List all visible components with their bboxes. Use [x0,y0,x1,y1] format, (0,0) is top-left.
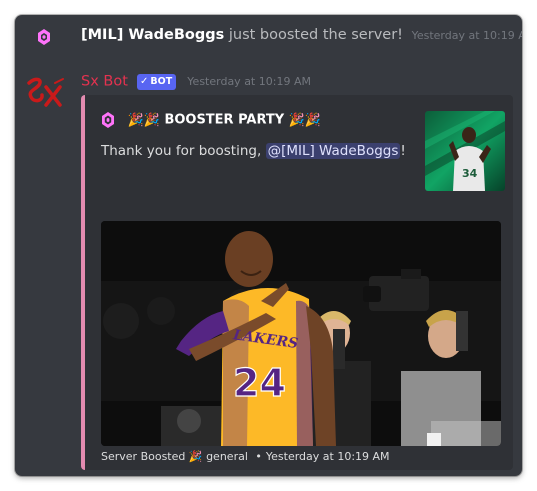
embed: 🎉🎉 BOOSTER PARTY 🎉🎉 Thank you for boosti… [81,95,513,470]
bot-verified-check-icon: ✓ [140,75,149,87]
confetti-icon: 🎉 [127,112,144,128]
description-prefix: Thank you for boosting, [101,143,266,159]
confetti-icon: 🎉 [288,112,305,128]
bot-tag: ✓ BOT [137,73,177,90]
boost-gem-icon [38,29,50,45]
description-suffix: ! [400,143,406,159]
thumb-jersey-number: 34 [462,167,478,180]
bot-avatar[interactable] [25,75,65,109]
embed-title: 🎉🎉 BOOSTER PARTY 🎉🎉 [101,111,321,129]
message-header: Sx Bot ✓ BOT Yesterday at 10:19 AM [81,71,311,91]
boosting-username[interactable]: [MIL] WadeBoggs [81,27,224,43]
system-action-text: just boosted the server! [224,27,403,43]
confetti-icon: 🎉 [143,112,160,128]
boost-gem-icon [102,112,114,128]
message-timestamp[interactable]: Yesterday at 10:19 AM [187,75,311,88]
bot-tag-label: BOT [150,75,173,87]
user-mention[interactable]: @[MIL] WadeBoggs [265,143,401,159]
system-boost-message: [MIL] WadeBoggs just boosted the server!… [15,25,522,49]
confetti-icon: 🎉 [188,450,203,463]
embed-title-text: BOOSTER PARTY [164,112,285,128]
embed-image[interactable]: LAKERS 24 [101,221,501,446]
footer-separator: • [255,450,262,463]
embed-thumbnail[interactable]: 34 [425,111,505,191]
embed-footer: Server Boosted 🎉 general • Yesterday at 1… [101,450,390,463]
bot-username[interactable]: Sx Bot [81,74,128,90]
system-timestamp[interactable]: Yesterday at 10:19 AM [412,29,522,42]
footer-text: Server Boosted [101,450,186,463]
embed-description: Thank you for boosting, @[MIL] WadeBoggs… [101,143,406,159]
footer-channel: general [206,450,248,463]
chat-window: [MIL] WadeBoggs just boosted the server!… [15,15,522,476]
footer-timestamp: Yesterday at 10:19 AM [265,450,390,463]
system-text: [MIL] WadeBoggs just boosted the server!… [81,27,522,43]
jersey-number-text: 24 [233,361,286,405]
confetti-icon: 🎉 [304,112,322,128]
